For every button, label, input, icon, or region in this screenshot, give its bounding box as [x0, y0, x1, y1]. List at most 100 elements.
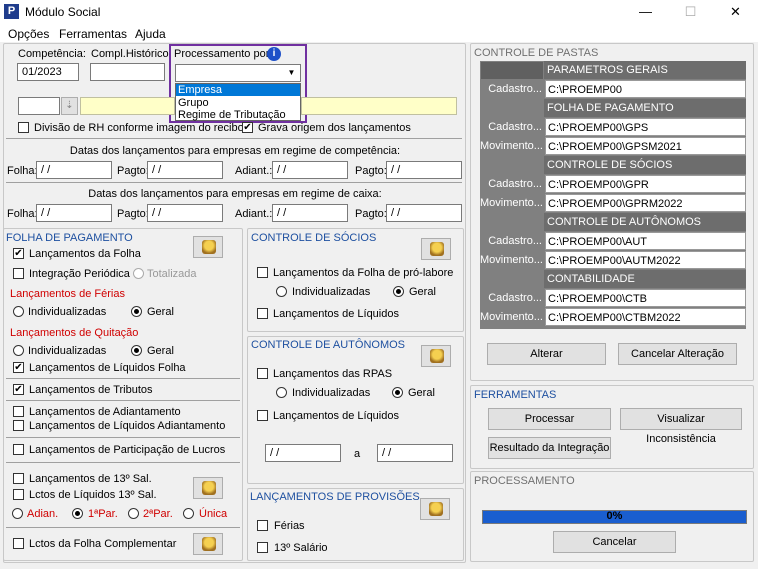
complementar-config-button[interactable] — [193, 533, 223, 555]
caixa-adiant-date[interactable]: / / — [272, 204, 348, 222]
folha-label: Folha: — [7, 165, 38, 177]
provisoes-config-button[interactable] — [420, 498, 450, 520]
decimo-checkbox[interactable] — [13, 473, 24, 484]
autonomos-liquidos-checkbox[interactable] — [257, 410, 268, 421]
liq-decimo-checkbox[interactable] — [13, 489, 24, 500]
pastas-path-input[interactable]: C:\PROEMP00\AUTM2022 — [545, 251, 746, 269]
pastas-title: CONTROLE DE PASTAS — [474, 47, 599, 59]
maximize-button[interactable]: ☐ — [668, 0, 713, 24]
prov-decimo-checkbox[interactable] — [257, 542, 268, 553]
autonomos-date-from[interactable]: / / — [265, 444, 341, 462]
divisao-checkbox[interactable] — [18, 122, 29, 133]
tributos-checkbox[interactable]: ✔ — [13, 384, 24, 395]
primeira-parcela-radio[interactable] — [72, 508, 83, 519]
socios-indiv-label: Individualizadas — [292, 286, 371, 298]
folha-label: Folha: — [7, 208, 38, 220]
pastas-path-input[interactable]: C:\PROEMP00\GPRM2022 — [545, 194, 746, 212]
totalizada-radio[interactable] — [133, 268, 144, 279]
folha-config-button[interactable] — [193, 236, 223, 258]
info-icon[interactable]: i — [267, 47, 281, 61]
quit-indiv-radio[interactable] — [13, 345, 24, 356]
competencia-input[interactable]: 01/2023 — [17, 63, 79, 81]
ferias-geral-radio[interactable] — [131, 306, 142, 317]
processar-button[interactable]: Processar — [488, 408, 611, 430]
caixa-folha-pagto-date[interactable]: / / — [147, 204, 223, 222]
compl-historico-input[interactable] — [90, 63, 165, 81]
autonomos-indiv-label: Individualizadas — [292, 387, 371, 399]
close-button[interactable]: ✕ — [713, 0, 758, 24]
processamento-select[interactable] — [175, 64, 301, 82]
pastas-path-input[interactable]: C:\PROEMP00\GPS — [545, 118, 746, 136]
rpas-label: Lançamentos das RPAS — [273, 368, 393, 380]
autonomos-date-to[interactable]: / / — [377, 444, 453, 462]
integracao-label: Integração Periódica — [29, 268, 130, 280]
autonomos-config-button[interactable] — [421, 345, 451, 367]
option-empresa[interactable]: Empresa — [176, 84, 300, 96]
visualizar-inconsistencia-button[interactable]: Visualizar Inconsistência — [620, 408, 742, 445]
pastas-path-input[interactable]: C:\PROEMP00\CTBM2022 — [545, 308, 746, 326]
autonomos-liquidos-label: Lançamentos de Líquidos — [273, 410, 399, 422]
pro-labore-checkbox[interactable] — [257, 267, 268, 278]
alterar-button[interactable]: Alterar — [487, 343, 606, 365]
socios-indiv-radio[interactable] — [276, 286, 287, 297]
prov-ferias-checkbox[interactable] — [257, 520, 268, 531]
liq-folha-label: Lançamentos de Líquidos Folha — [29, 362, 186, 374]
divider — [6, 378, 240, 379]
pastas-path-input[interactable]: C:\PROEMP00\GPR — [545, 175, 746, 193]
pastas-path-input[interactable]: C:\PROEMP00\CTB — [545, 289, 746, 307]
liq-adiant-checkbox[interactable] — [13, 420, 24, 431]
divisao-label: Divisão de RH conforme imagem do recibo — [34, 122, 244, 134]
pagto-label: Pagto: — [355, 208, 387, 220]
pastas-path-input[interactable]: C:\PROEMP00\AUT — [545, 232, 746, 250]
grava-checkbox[interactable]: ✔ — [242, 122, 253, 133]
autonomos-geral-radio[interactable] — [392, 387, 403, 398]
prov-ferias-label: Férias — [274, 520, 305, 532]
divider — [6, 182, 462, 183]
resultado-integracao-button[interactable]: Resultado da Integração — [488, 437, 611, 459]
comp-folha-pagto-date[interactable]: / / — [147, 161, 223, 179]
autonomos-indiv-radio[interactable] — [276, 387, 287, 398]
pastas-path-input[interactable]: C:\PROEMP00 — [545, 80, 746, 98]
quit-geral-radio[interactable] — [131, 345, 142, 356]
lucros-checkbox[interactable] — [13, 444, 24, 455]
menu-opcoes[interactable]: Opções — [8, 27, 49, 41]
cancelar-button[interactable]: Cancelar — [553, 531, 676, 553]
ferias-indiv-radio[interactable] — [13, 306, 24, 317]
minimize-button[interactable]: — — [623, 0, 668, 24]
rpas-checkbox[interactable] — [257, 368, 268, 379]
complementar-checkbox[interactable] — [13, 538, 24, 549]
grava-label: Grava origem dos lançamentos — [258, 122, 411, 134]
caixa-adiant-pagto-date[interactable]: / / — [386, 204, 462, 222]
socios-geral-radio[interactable] — [393, 286, 404, 297]
decimo-config-button[interactable] — [193, 477, 223, 499]
socios-config-button[interactable] — [421, 238, 451, 260]
comp-adiant-pagto-date[interactable]: / / — [386, 161, 462, 179]
empresa-name-field — [80, 97, 175, 115]
printer-icon — [202, 240, 216, 254]
adiantamento-checkbox[interactable] — [13, 406, 24, 417]
adiantamento-label: Lançamentos de Adiantamento — [29, 406, 181, 418]
option-regime[interactable]: Regime de Tributação — [178, 109, 286, 121]
segunda-parcela-radio[interactable] — [128, 508, 139, 519]
pastas-path-input[interactable]: C:\PROEMP00\GPSM2021 — [545, 137, 746, 155]
socios-liquidos-checkbox[interactable] — [257, 308, 268, 319]
unica-radio[interactable] — [183, 508, 194, 519]
option-grupo[interactable]: Grupo — [178, 97, 209, 109]
menu-ferramentas[interactable]: Ferramentas — [59, 27, 127, 41]
integracao-checkbox[interactable] — [13, 268, 24, 279]
pastas-group-header: FOLHA DE PAGAMENTO — [544, 99, 746, 117]
comp-folha-date[interactable]: / / — [36, 161, 112, 179]
download-arrow-icon[interactable]: ⇣ — [61, 97, 78, 115]
dropdown-arrow-icon[interactable]: ▼ — [284, 66, 299, 80]
comp-adiant-date[interactable]: / / — [272, 161, 348, 179]
menu-ajuda[interactable]: Ajuda — [135, 27, 166, 41]
lanc-folha-checkbox[interactable]: ✔ — [13, 248, 24, 259]
ferramentas-title: FERRAMENTAS — [474, 389, 557, 401]
pagto-label: Pagto: — [117, 208, 149, 220]
caixa-folha-date[interactable]: / / — [36, 204, 112, 222]
adian-radio[interactable] — [12, 508, 23, 519]
decimo-label: Lançamentos de 13º Sal. — [29, 473, 152, 485]
empresa-code-input[interactable] — [18, 97, 60, 115]
liq-folha-checkbox[interactable]: ✔ — [13, 362, 24, 373]
cancelar-alteracao-button[interactable]: Cancelar Alteração — [618, 343, 737, 365]
